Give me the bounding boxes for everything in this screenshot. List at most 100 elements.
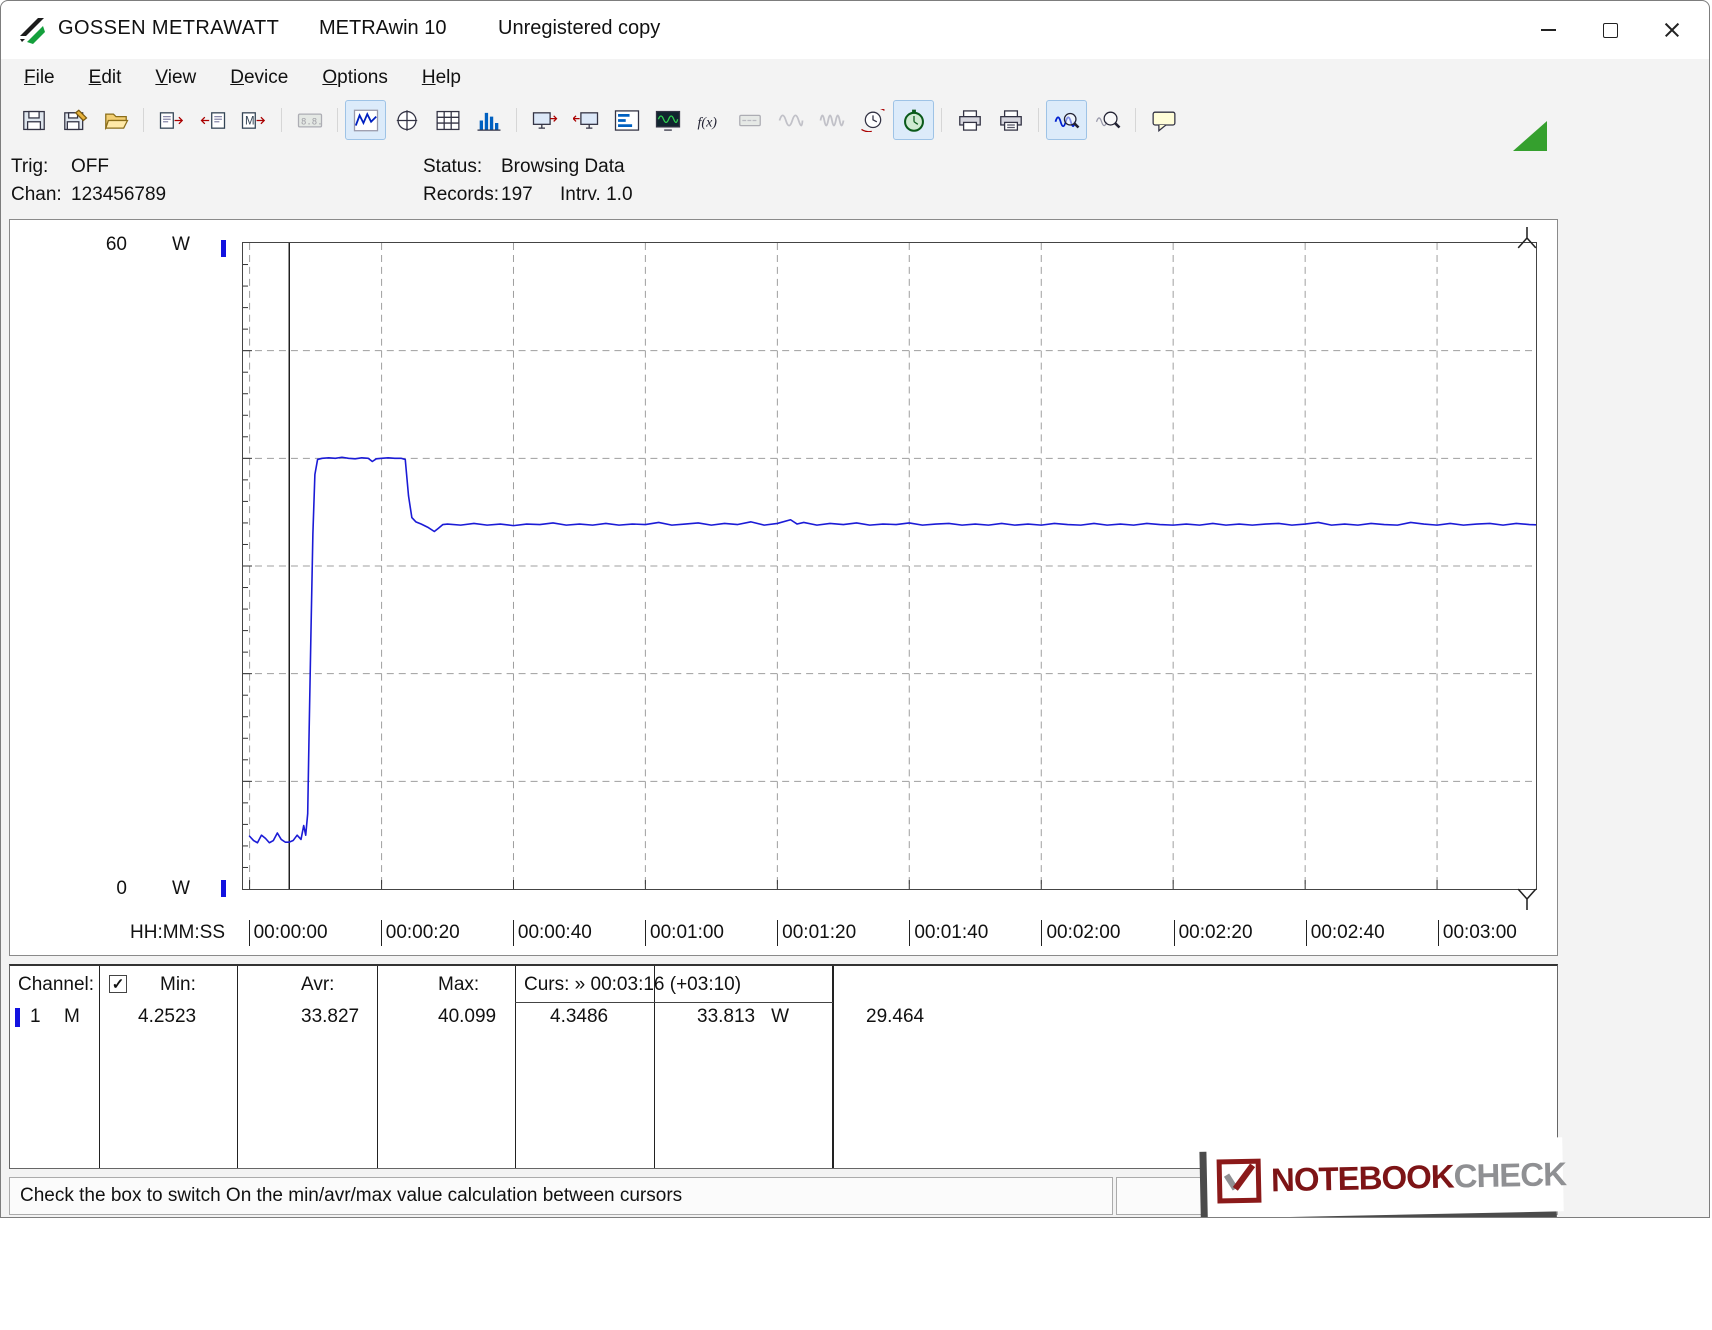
notebookcheck-watermark: NOTEBOOKCHECK <box>1206 1137 1563 1218</box>
channel-table: Channel: ✓ Min: Avr: Max: Curs: » 00:03:… <box>9 964 1558 1169</box>
y-axis-max-label: 60 <box>87 234 127 256</box>
channel-color-marker <box>15 1008 20 1027</box>
col-header-avr: Avr: <box>301 974 334 996</box>
printer-icon <box>957 109 983 132</box>
minimize-button[interactable] <box>1517 1 1579 59</box>
x-tick-label: 00:01:20 <box>777 920 856 946</box>
open-button[interactable] <box>95 100 136 140</box>
channel-marker-bottom <box>221 880 226 897</box>
menu-view[interactable]: View <box>138 62 213 94</box>
toolbar-separator <box>136 106 151 134</box>
toolbar-separator <box>1128 106 1143 134</box>
save-button[interactable] <box>13 100 54 140</box>
read-from-device-button[interactable] <box>565 100 606 140</box>
trend-chart-icon <box>353 109 379 132</box>
card-import-icon <box>200 109 226 132</box>
open-folder-icon <box>103 109 129 132</box>
toolbar-separator <box>330 106 345 134</box>
wave-record-button <box>811 100 852 140</box>
notebookcheck-check-icon <box>1217 1159 1262 1204</box>
x-tick-label: 00:02:20 <box>1174 920 1253 946</box>
view-histogram-button[interactable] <box>468 100 509 140</box>
record-timer-button[interactable] <box>893 100 934 140</box>
view-table-button[interactable] <box>427 100 468 140</box>
scope-crosshair-icon <box>394 109 420 132</box>
x-tick-label: 00:00:40 <box>513 920 592 946</box>
timeline-button[interactable] <box>606 100 647 140</box>
time-sync-button[interactable] <box>852 100 893 140</box>
view-trend-button[interactable] <box>345 100 386 140</box>
device-status: Status:Browsing Data <box>423 153 633 181</box>
app-vendor-title: GOSSEN METRAWATT <box>58 17 279 40</box>
printer-doc-icon <box>998 109 1024 132</box>
export-card-button[interactable] <box>151 100 192 140</box>
y-axis-unit-top: W <box>172 234 190 256</box>
x-tick-label: 00:00:20 <box>381 920 460 946</box>
x-tick-label: 00:02:40 <box>1306 920 1385 946</box>
min-value: 4.2523 <box>138 1006 196 1028</box>
table-grid-icon <box>435 109 461 132</box>
menu-help[interactable]: Help <box>405 62 478 94</box>
y-axis-min-label: 0 <box>87 878 127 900</box>
toolbar-separator <box>274 106 289 134</box>
card-memory-icon: M <box>241 109 267 132</box>
acquisition-status: Trig:OFF Chan:123456789 Status:Browsing … <box>1 143 1709 219</box>
floppy-icon <box>21 109 47 132</box>
memory-card-button[interactable]: M <box>233 100 274 140</box>
import-card-button[interactable] <box>192 100 233 140</box>
menu-device[interactable]: Device <box>213 62 305 94</box>
print-button[interactable] <box>949 100 990 140</box>
menu-edit[interactable]: Edit <box>72 62 139 94</box>
max-value: 40.099 <box>438 1006 496 1028</box>
statusbar-hint: Check the box to switch On the min/avr/m… <box>9 1177 1113 1215</box>
close-button[interactable] <box>1641 1 1703 59</box>
send-to-device-button[interactable] <box>524 100 565 140</box>
sine-dense-icon <box>819 109 845 132</box>
annotation-button[interactable] <box>1143 100 1184 140</box>
toolbar: M 8.8.8 f(x) <box>1 97 1709 143</box>
cursor2-handle-bottom[interactable] <box>1516 888 1538 910</box>
x-tick-label: 00:01:00 <box>645 920 724 946</box>
chart-panel: 60 W 0 W HH:MM:SS 00:00:0000:00:2000:00:… <box>9 219 1558 956</box>
monitor-out-icon <box>532 109 558 132</box>
menu-file[interactable]: File <box>7 62 72 94</box>
card-export-icon <box>159 109 185 132</box>
channel-mode: M <box>64 1006 80 1028</box>
maximize-button[interactable] <box>1579 1 1641 59</box>
channel-list: Chan:123456789 <box>11 181 166 209</box>
cursor1-value: 4.3486 <box>550 1006 608 1028</box>
col-header-cursors: Curs: » 00:03:16 (+03:10) <box>524 974 741 996</box>
lcd-display-icon: 8.8.8 <box>297 109 323 132</box>
formula-button[interactable]: f(x) <box>688 100 729 140</box>
channel-marker-top <box>221 240 226 257</box>
lcd-small-icon <box>737 109 763 132</box>
toolbar-separator <box>509 106 524 134</box>
x-axis-unit-label: HH:MM:SS <box>130 922 225 944</box>
save-as-button[interactable] <box>54 100 95 140</box>
print-form-button[interactable] <box>990 100 1031 140</box>
app-window: GOSSEN METRAWATT METRAwin 10 Unregistere… <box>0 0 1710 1218</box>
wave-monitor-button <box>770 100 811 140</box>
zoom-search-button[interactable] <box>1087 100 1128 140</box>
col-header-max: Max: <box>438 974 479 996</box>
sine-wave-icon <box>778 109 804 132</box>
toolbar-separator <box>1031 106 1046 134</box>
magnifier-icon <box>1095 109 1121 132</box>
live-screen-button[interactable] <box>647 100 688 140</box>
zoom-signal-button[interactable] <box>1046 100 1087 140</box>
col-header-min: Min: <box>160 974 196 996</box>
view-scope-button[interactable] <box>386 100 427 140</box>
plot-area[interactable] <box>242 242 1537 890</box>
formula-icon: f(x) <box>696 109 722 132</box>
menu-options[interactable]: Options <box>305 62 404 94</box>
x-tick-label: 00:00:00 <box>249 920 328 946</box>
trigger-status: Trig:OFF <box>11 153 166 181</box>
cursor2-value: 33.813W <box>697 1006 789 1028</box>
close-icon <box>1664 22 1680 38</box>
title-bar: GOSSEN METRAWATT METRAwin 10 Unregistere… <box>1 1 1709 59</box>
menu-bar: FileEditViewDeviceOptionsHelp <box>1 59 1709 97</box>
channel-checkbox[interactable]: ✓ <box>109 975 127 993</box>
x-tick-label: 00:02:00 <box>1041 920 1120 946</box>
floppy-pencil-icon <box>62 109 88 132</box>
cursor2-handle-top[interactable] <box>1516 227 1538 249</box>
